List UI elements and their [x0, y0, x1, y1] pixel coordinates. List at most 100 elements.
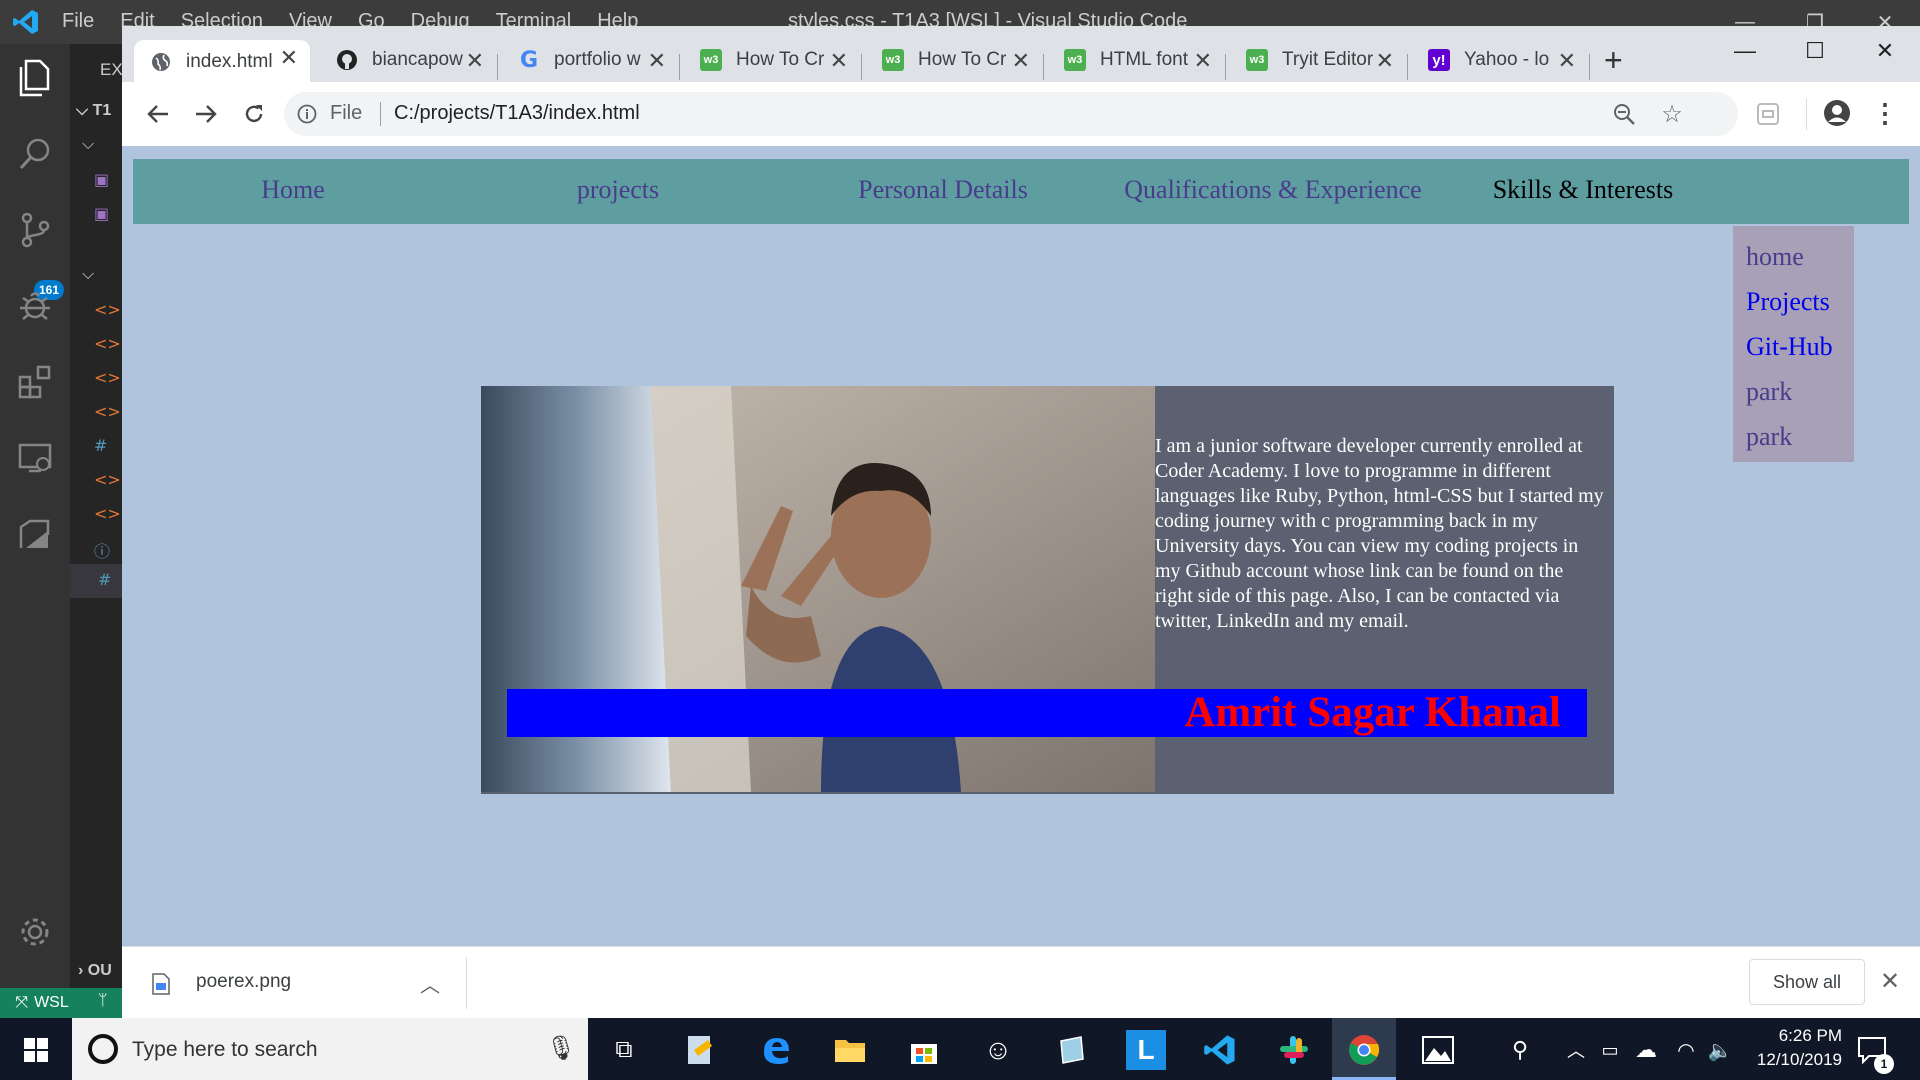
css-file-icon[interactable]: #	[98, 570, 111, 589]
l-app-icon[interactable]: L	[1126, 1030, 1166, 1070]
selected-file-row[interactable]	[70, 564, 122, 598]
edge-icon[interactable]	[756, 1030, 796, 1070]
reload-icon[interactable]	[234, 94, 274, 134]
tab-w3schools-font[interactable]: w3 HTML font ✕	[1048, 43, 1224, 77]
store-icon[interactable]	[904, 1030, 944, 1070]
battery-icon[interactable]: ▭	[1590, 1030, 1630, 1070]
extensions-icon[interactable]	[11, 358, 59, 406]
chrome-minimize-icon[interactable]: —	[1710, 26, 1780, 76]
tab-close-icon[interactable]: ✕	[280, 45, 298, 71]
close-downloads-icon[interactable]: ✕	[1880, 967, 1900, 996]
chrome-close-icon[interactable]: ✕	[1850, 26, 1920, 76]
w3schools-icon: w3	[700, 49, 722, 71]
settings-gear-icon[interactable]	[11, 908, 59, 956]
address-bar[interactable]: File C:/projects/T1A3/index.html ☆	[284, 92, 1738, 136]
scheme-label: File	[330, 102, 363, 124]
nav-skills-interests-link[interactable]: Skills & Interests	[1473, 175, 1693, 205]
bio-paragraph: I am a junior software developer current…	[1155, 435, 1604, 632]
tab-close-icon[interactable]: ✕	[1194, 48, 1212, 74]
url-text[interactable]: C:/projects/T1A3/index.html	[394, 102, 640, 125]
chrome-icon[interactable]	[1344, 1030, 1384, 1070]
tab-close-icon[interactable]: ✕	[1558, 48, 1576, 74]
side-link-github[interactable]: Git-Hub	[1746, 326, 1854, 371]
task-view-icon[interactable]: ⧉	[604, 1030, 644, 1070]
emoji-app-icon[interactable]: ☺	[978, 1030, 1018, 1070]
show-all-button[interactable]: Show all	[1749, 959, 1865, 1005]
html-file-icon[interactable]: <>	[94, 402, 121, 421]
chrome-menu-dots-icon[interactable]: ⋮	[1870, 98, 1900, 128]
taskbar-search-box[interactable]: Type here to search 🎙	[72, 1018, 588, 1080]
taskbar-clock[interactable]: 6:26 PM 12/10/2019	[1732, 1024, 1842, 1072]
nav-qualifications-link[interactable]: Qualifications & Experience	[1103, 175, 1443, 205]
html-file-icon[interactable]: <>	[94, 470, 121, 489]
tab-google-search[interactable]: G portfolio w ✕	[502, 43, 678, 77]
html-file-icon[interactable]: <>	[94, 300, 121, 319]
side-link-park-2[interactable]: park	[1746, 416, 1854, 461]
html-file-icon[interactable]: <>	[94, 504, 121, 523]
web-page: Home projects Personal Details Qualifica…	[122, 146, 1920, 946]
vscode-activity-bar: 161	[0, 44, 70, 988]
folder-header[interactable]: ⌵ T1	[76, 102, 111, 120]
explorer-icon[interactable]	[11, 54, 59, 102]
side-link-park[interactable]: park	[1746, 371, 1854, 416]
tab-tryit-editor[interactable]: w3 Tryit Editor ✕	[1230, 43, 1406, 77]
tab-close-icon[interactable]: ✕	[1376, 48, 1394, 74]
profile-avatar-icon[interactable]	[1822, 98, 1852, 128]
chrome-maximize-icon[interactable]: ☐	[1780, 26, 1850, 76]
live-share-icon[interactable]	[11, 510, 59, 558]
tab-w3schools-2[interactable]: w3 How To Cr ✕	[866, 43, 1042, 77]
image-file-icon[interactable]: ▣	[94, 204, 109, 223]
remote-indicator[interactable]: ⤧ WSL	[0, 988, 84, 1018]
tab-close-icon[interactable]: ✕	[648, 48, 666, 74]
tab-index-html[interactable]: index.html ✕	[134, 40, 310, 84]
name-banner: Amrit Sagar Khanal	[507, 689, 1587, 737]
side-link-home[interactable]: home	[1746, 236, 1854, 281]
debug-icon[interactable]	[11, 282, 59, 330]
search-icon[interactable]	[11, 130, 59, 178]
nav-personal-details-link[interactable]: Personal Details	[823, 175, 1063, 205]
tab-github[interactable]: biancapow ✕	[320, 43, 496, 77]
nav-projects-link[interactable]: projects	[518, 175, 718, 205]
photos-icon[interactable]	[1418, 1030, 1458, 1070]
nav-home-link[interactable]: Home	[193, 175, 393, 205]
chevron-down-icon[interactable]: ⌵	[82, 136, 94, 154]
forward-arrow-icon[interactable]	[186, 94, 226, 134]
tab-close-icon[interactable]: ✕	[466, 48, 484, 74]
side-link-projects[interactable]: Projects	[1746, 281, 1854, 326]
vscode-taskbar-icon[interactable]	[1200, 1030, 1240, 1070]
outline-header[interactable]: › OU	[78, 962, 112, 980]
tab-close-icon[interactable]: ✕	[830, 48, 848, 74]
file-app-icon[interactable]	[680, 1030, 720, 1070]
new-tab-plus-icon[interactable]: +	[1604, 42, 1623, 79]
download-item-name[interactable]: poerex.png	[196, 971, 291, 993]
image-file-icon[interactable]: ▣	[94, 170, 109, 189]
menu-file[interactable]: File	[62, 10, 94, 33]
chevron-up-icon[interactable]: ︿	[420, 969, 440, 998]
file-explorer-icon[interactable]	[830, 1030, 870, 1070]
tab-close-icon[interactable]: ✕	[1012, 48, 1030, 74]
css-file-icon[interactable]: #	[94, 436, 107, 455]
info-file-icon[interactable]: ⓘ	[94, 538, 110, 562]
windows-start-icon[interactable]	[16, 1030, 56, 1070]
onedrive-cloud-icon[interactable]: ☁	[1626, 1030, 1666, 1070]
extension-icon[interactable]	[1756, 102, 1780, 126]
zoom-icon[interactable]	[1612, 102, 1636, 126]
source-control-icon[interactable]	[11, 206, 59, 254]
back-arrow-icon[interactable]	[138, 94, 178, 134]
bookmark-star-icon[interactable]: ☆	[1660, 101, 1684, 128]
html-file-icon[interactable]: <>	[94, 334, 121, 353]
remote-explorer-icon[interactable]	[11, 434, 59, 482]
github-icon	[336, 49, 358, 71]
chrome-window: index.html ✕ biancapow ✕ G portfolio w ✕…	[122, 26, 1920, 1018]
tab-yahoo[interactable]: y! Yahoo - lo ✕	[1412, 43, 1588, 77]
chevron-down-icon[interactable]: ⌵	[82, 266, 94, 284]
tab-w3schools-1[interactable]: w3 How To Cr ✕	[684, 43, 860, 77]
slack-icon[interactable]	[1274, 1030, 1314, 1070]
html-file-icon[interactable]: <>	[94, 368, 121, 387]
microphone-icon[interactable]: 🎙	[546, 1034, 576, 1063]
notes-app-icon[interactable]	[1052, 1030, 1092, 1070]
people-icon[interactable]: ⚲	[1500, 1030, 1540, 1070]
git-branch-icon[interactable]: ᛘ	[98, 992, 108, 1010]
vscode-logo-icon	[13, 10, 38, 34]
site-info-icon[interactable]	[296, 103, 318, 125]
